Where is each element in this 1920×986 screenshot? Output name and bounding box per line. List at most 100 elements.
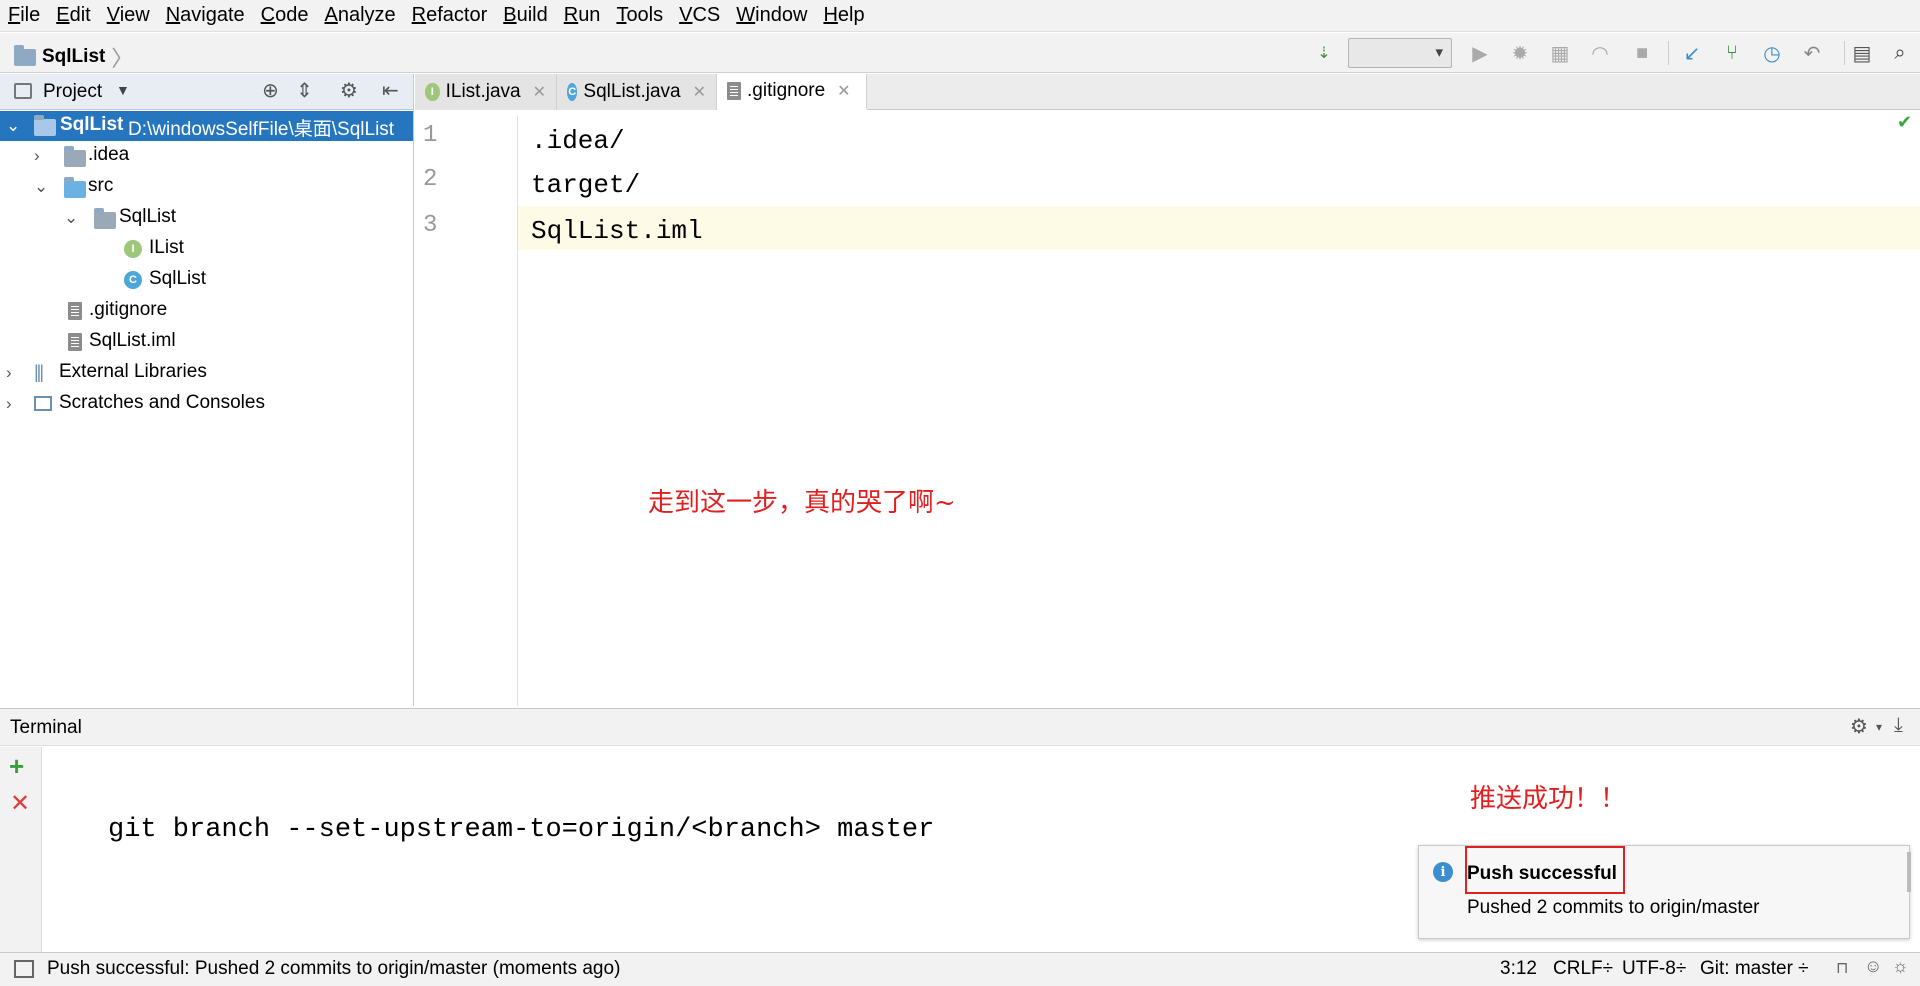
tab-ilist-java[interactable]: I IList.java ✕	[415, 74, 557, 110]
vcs-history-icon[interactable]: ◷	[1760, 41, 1784, 65]
tab-gitignore[interactable]: .gitignore ✕	[717, 74, 867, 110]
tree-item-gitignore[interactable]: .gitignore	[0, 296, 413, 326]
close-icon[interactable]: ✕	[837, 81, 850, 101]
vcs-rollback-icon[interactable]: ↶	[1800, 41, 1824, 65]
gear-icon[interactable]: ⚙	[340, 78, 358, 103]
line-number: 3	[423, 212, 438, 239]
menu-analyze[interactable]: Analyze	[322, 4, 403, 27]
tree-item-external-libraries[interactable]: › ||| External Libraries	[0, 358, 413, 388]
chevron-right-icon[interactable]: ›	[6, 363, 12, 383]
menu-file[interactable]: File	[6, 4, 48, 27]
hide-panel-icon[interactable]: ⤓	[1894, 714, 1903, 737]
code-editor[interactable]: .idea/ target/ SqlList.iml ✔	[519, 112, 1920, 706]
info-icon: i	[1433, 862, 1453, 882]
code-line[interactable]: .idea/	[531, 126, 625, 156]
chevron-right-icon[interactable]: ›	[34, 146, 40, 166]
chevron-down-icon[interactable]: ⌄	[6, 116, 20, 136]
chevron-down-icon[interactable]: ⌄	[64, 208, 78, 228]
profile-icon[interactable]: ◠	[1588, 41, 1612, 65]
new-session-plus-icon[interactable]: +	[9, 751, 24, 782]
tree-item-src[interactable]: ⌄ src	[0, 172, 413, 202]
tree-item-label: IList	[149, 237, 184, 258]
tree-item-label: SqlList.iml	[89, 330, 176, 351]
menu-refactor[interactable]: Refactor	[410, 4, 496, 27]
search-icon[interactable]: ⌕	[1888, 41, 1912, 65]
tree-item-project-root[interactable]: ⌄ SqlList D:\windowsSelfFile\桌面\SqlList	[0, 111, 413, 141]
breadcrumb-separator: 〉	[111, 46, 134, 71]
line-number: 2	[423, 166, 438, 193]
collapse-all-icon[interactable]: ⇕	[296, 78, 313, 103]
run-configuration-select[interactable]: ▾	[1348, 38, 1452, 68]
tree-item-label: src	[88, 175, 114, 196]
tree-item-label: External Libraries	[59, 361, 207, 382]
git-branch[interactable]: Git: master ÷	[1700, 958, 1809, 980]
text-file-icon	[727, 81, 741, 100]
chevron-down-icon[interactable]: ⌄	[34, 177, 48, 197]
tree-item-package-sqllist[interactable]: ⌄ SqlList	[0, 203, 413, 233]
sort-icon[interactable]: ⇣	[1312, 41, 1336, 65]
tree-item-label: Scratches and Consoles	[59, 392, 265, 413]
project-structure-icon[interactable]: ▤	[1850, 41, 1874, 65]
event-log-icon[interactable]: ☼	[1892, 956, 1909, 977]
close-icon[interactable]: ✕	[693, 82, 706, 102]
tree-item-label: SqlList	[119, 206, 177, 227]
tree-item-sqllist-iml[interactable]: SqlList.iml	[0, 327, 413, 357]
tree-item-scratches[interactable]: › Scratches and Consoles	[0, 389, 413, 419]
caret-position[interactable]: 3:12	[1500, 958, 1537, 980]
menu-edit[interactable]: Edit	[54, 4, 98, 27]
status-message[interactable]: Push successful: Pushed 2 commits to ori…	[47, 958, 620, 980]
hide-panel-icon[interactable]: ⇤	[382, 78, 399, 103]
tab-label: IList.java	[445, 81, 521, 102]
menu-bar: File Edit View Navigate Code Analyze Ref…	[0, 0, 1920, 32]
tree-item-label: .gitignore	[89, 299, 168, 320]
locate-icon[interactable]: ⊕	[262, 78, 279, 103]
lock-icon[interactable]: ⊓	[1836, 958, 1848, 978]
menu-run[interactable]: Run	[562, 4, 609, 27]
tree-item-label: SqlList	[60, 114, 124, 135]
project-view-title[interactable]: Project	[43, 81, 102, 103]
close-icon[interactable]: ✕	[533, 82, 546, 102]
notification-title: Push successful	[1467, 863, 1617, 884]
menu-window[interactable]: Window	[734, 4, 815, 27]
tree-item-sqllist-class[interactable]: C SqlList	[0, 265, 413, 295]
chevron-right-icon[interactable]: ›	[6, 394, 12, 414]
menu-build[interactable]: Build	[501, 4, 555, 27]
tree-item-idea[interactable]: › .idea	[0, 141, 413, 171]
menu-code[interactable]: Code	[259, 4, 317, 27]
file-encoding[interactable]: UTF-8÷	[1622, 958, 1686, 980]
code-line[interactable]: SqlList.iml	[531, 216, 703, 246]
menu-view[interactable]: View	[105, 4, 158, 27]
line-separator[interactable]: CRLF÷	[1553, 958, 1613, 980]
vcs-commit-icon[interactable]: ⑂	[1720, 41, 1744, 65]
toolbar-divider	[1844, 41, 1845, 65]
tool-windows-icon[interactable]	[14, 960, 34, 978]
class-icon: C	[124, 271, 142, 289]
chevron-down-icon[interactable]: ▼	[116, 82, 130, 98]
tree-item-ilist[interactable]: I IList	[0, 234, 413, 264]
tab-label: .gitignore	[747, 79, 826, 101]
push-notification[interactable]: i Push successful Pushed 2 commits to or…	[1418, 845, 1911, 939]
folder-icon	[64, 146, 86, 167]
coverage-icon[interactable]: ▦	[1548, 41, 1572, 65]
gear-icon[interactable]: ⚙	[1850, 714, 1868, 739]
stop-icon[interactable]: ■	[1630, 41, 1654, 65]
menu-help[interactable]: Help	[821, 4, 872, 27]
vcs-update-icon[interactable]: ↙	[1680, 41, 1704, 65]
tab-sqllist-java[interactable]: C SqlList.java ✕	[557, 74, 717, 110]
tree-item-label: .idea	[88, 144, 130, 165]
run-icon[interactable]: ▶	[1468, 41, 1492, 65]
menu-navigate[interactable]: Navigate	[164, 4, 253, 27]
inspector-icon[interactable]: ☺	[1864, 956, 1882, 977]
menu-tools[interactable]: Tools	[614, 4, 671, 27]
debug-icon[interactable]: ✹	[1508, 41, 1532, 65]
terminal-title: Terminal	[10, 717, 82, 738]
editor-annotation: 走到这一步，真的哭了啊~	[648, 488, 956, 518]
breadcrumb[interactable]: SqlList 〉	[14, 41, 133, 73]
chevron-down-icon[interactable]: ▾	[1876, 720, 1882, 734]
code-line[interactable]: target/	[531, 170, 640, 200]
project-tree: ⌄ SqlList D:\windowsSelfFile\桌面\SqlList …	[0, 110, 414, 706]
terminal-header: Terminal ⚙ ▾ ⤓	[0, 708, 1920, 746]
close-session-icon[interactable]: ✕	[10, 789, 30, 818]
menu-vcs[interactable]: VCS	[677, 4, 728, 27]
scrollbar[interactable]	[1907, 852, 1911, 892]
